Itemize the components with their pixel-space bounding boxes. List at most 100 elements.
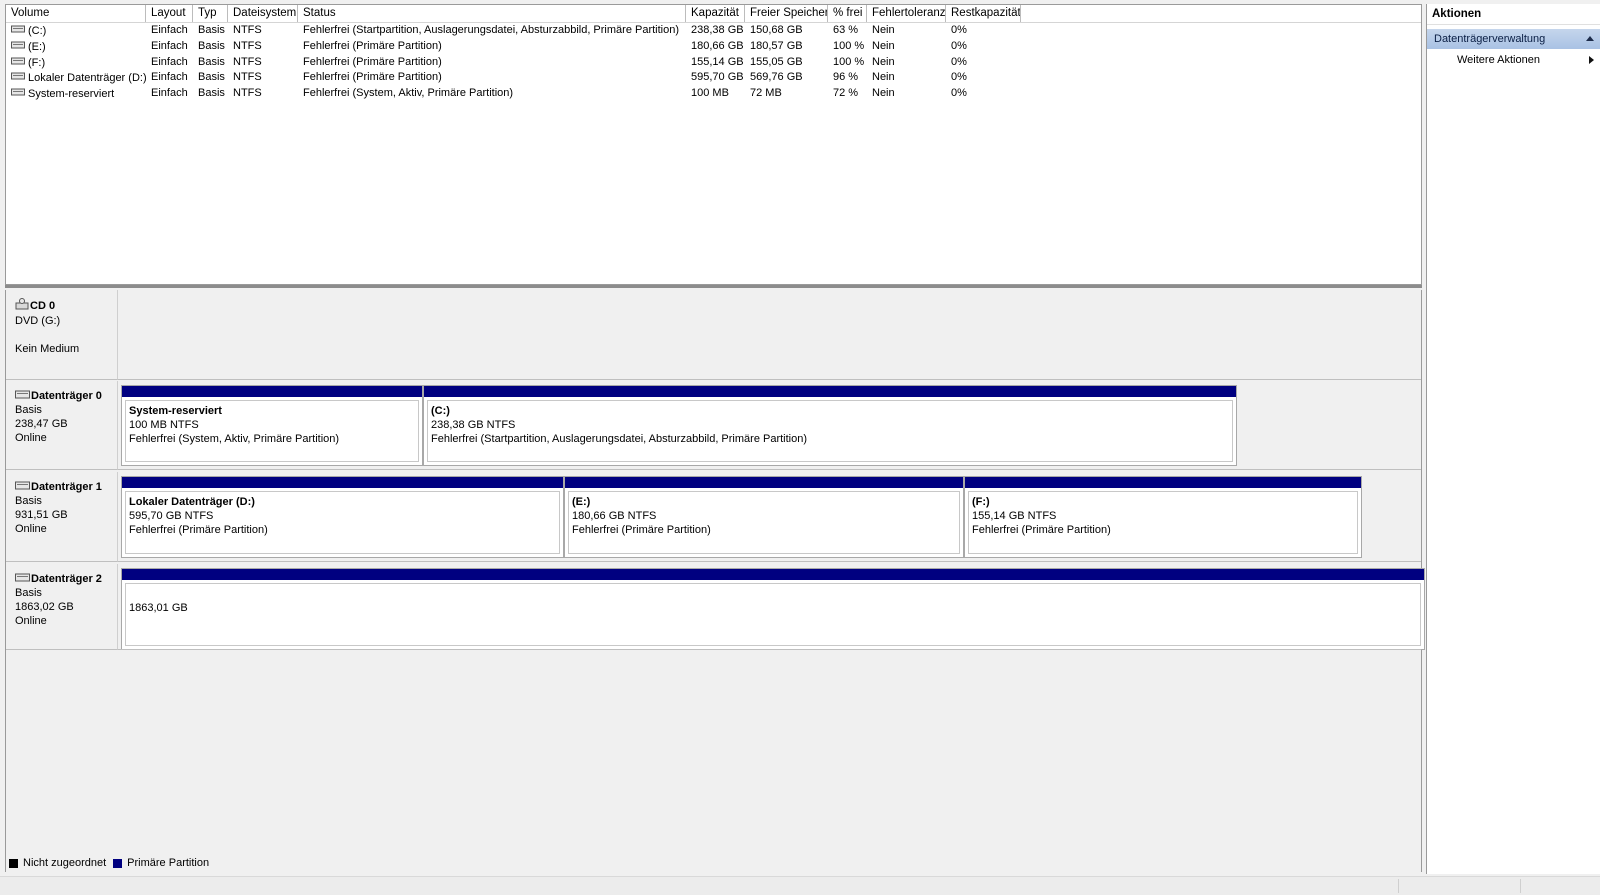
submenu-arrow-icon <box>1589 56 1594 64</box>
cell-fehlertoleranz: Nein <box>872 71 895 84</box>
partition-e[interactable]: (E:) 180,66 GB NTFS Fehlerfrei (Primäre … <box>564 476 964 558</box>
legend: Nicht zugeordnet Primäre Partition <box>9 856 216 870</box>
collapse-arrow-icon[interactable] <box>1586 36 1594 41</box>
column-header-dateisystem[interactable]: Dateisystem <box>228 5 298 22</box>
legend-label: Primäre Partition <box>127 857 210 869</box>
disk-row-datentraeger-0: Datenträger 0 Basis 238,47 GB Online Sys… <box>6 381 1421 470</box>
partition-title: Lokaler Datenträger (D:) <box>129 496 255 508</box>
cell-volume-name: Lokaler Datenträger (D:) <box>6 70 146 86</box>
cell-prozent-frei: 96 % <box>833 71 859 84</box>
legend-label: Nicht zugeordnet <box>23 857 107 869</box>
cell-dateisystem: NTFS <box>233 39 262 52</box>
volume-label: (F:) <box>28 56 46 69</box>
primary-partition-bar <box>424 386 1236 397</box>
partition-c[interactable]: (C:) 238,38 GB NTFS Fehlerfrei (Startpar… <box>423 385 1237 466</box>
partition-f[interactable]: (F:) 155,14 GB NTFS Fehlerfrei (Primäre … <box>964 476 1362 558</box>
partition-disk2[interactable]: 1863,01 GB <box>121 568 1425 650</box>
status-bar <box>0 876 1600 895</box>
cell-kapazitaet: 595,70 GB <box>691 71 744 84</box>
volume-drive-icon <box>11 86 25 102</box>
cell-typ: Basis <box>198 87 225 100</box>
disk-media-status: Kein Medium <box>15 343 80 355</box>
volume-list[interactable]: Volume Layout Typ Dateisystem Status Kap… <box>5 4 1422 285</box>
disk-state: Online <box>15 615 47 628</box>
cell-prozent-frei: 63 % <box>833 24 859 36</box>
table-row[interactable]: (F:) Einfach Basis NTFS Fehlerfrei (Primäre … <box>6 55 1421 71</box>
primary-partition-bar <box>122 569 1424 580</box>
column-header-restkapazitaet[interactable]: Restkapazität <box>946 5 1021 22</box>
disk-type: Basis <box>15 587 42 600</box>
disk-row-datentraeger-2: Datenträger 2 Basis 1863,02 GB Online 18… <box>6 564 1425 650</box>
table-row[interactable]: Lokaler Datenträger (D:) Einfach Basis NTFS… <box>6 70 1421 86</box>
volume-drive-icon <box>11 23 25 39</box>
partition-system-reserviert[interactable]: System-reserviert 100 MB NTFS Fehlerfrei… <box>121 385 423 466</box>
cell-typ: Basis <box>198 71 225 84</box>
primary-partition-bar <box>965 477 1361 488</box>
disk-label[interactable]: Datenträger 2 Basis 1863,02 GB Online <box>6 564 118 650</box>
column-header-freier-speicher[interactable]: Freier Speicher <box>745 5 828 22</box>
cell-volume-name: (E:) <box>6 39 146 55</box>
volume-drive-icon <box>11 55 25 71</box>
panel-splitter[interactable] <box>5 285 1422 288</box>
partition-size: 238,38 GB NTFS <box>431 419 516 431</box>
column-header-volume[interactable]: Volume <box>6 5 146 22</box>
disk-size: 931,51 GB <box>15 509 68 522</box>
cell-restkapazitaet: 0% <box>951 55 967 68</box>
disk-type: Basis <box>15 495 42 508</box>
cell-fehlertoleranz: Nein <box>872 39 895 52</box>
status-separator <box>1520 879 1521 893</box>
column-header-prozent-frei[interactable]: % frei <box>828 5 867 22</box>
table-row[interactable]: (E:) Einfach Basis NTFS Fehlerfrei (Primäre … <box>6 39 1421 55</box>
partition-title: (C:) <box>431 405 450 417</box>
disk-row-datentraeger-1: Datenträger 1 Basis 931,51 GB Online Lok… <box>6 472 1421 562</box>
cell-status: Fehlerfrei (Startpartition, Auslagerungs… <box>303 24 680 36</box>
partition-d[interactable]: Lokaler Datenträger (D:) 595,70 GB NTFS … <box>121 476 564 558</box>
column-header-fehlertoleranz[interactable]: Fehlertoleranz <box>867 5 946 22</box>
hard-disk-icon <box>15 572 30 586</box>
hard-disk-icon <box>15 480 30 494</box>
disk-label[interactable]: Datenträger 0 Basis 238,47 GB Online <box>6 381 118 470</box>
cell-status: Fehlerfrei (Primäre Partition) <box>303 39 442 52</box>
volume-list-header: Volume Layout Typ Dateisystem Status Kap… <box>6 5 1421 23</box>
disk-name: Datenträger 2 <box>31 573 102 585</box>
partition-status: Fehlerfrei (Primäre Partition) <box>972 524 1111 536</box>
disk-state: Online <box>15 432 47 445</box>
legend-swatch-black <box>9 858 18 868</box>
volume-label: (C:) <box>28 24 47 37</box>
table-row[interactable]: (C:) Einfach Basis NTFS Fehlerfrei (Startpar… <box>6 23 1421 39</box>
disk-label[interactable]: Datenträger 1 Basis 931,51 GB Online <box>6 472 118 562</box>
cell-status: Fehlerfrei (System, Aktiv, Primäre Parti… <box>303 87 514 100</box>
disk-row-cd-0: CD 0 DVD (G:) Kein Medium <box>6 290 1421 380</box>
column-header-kapazitaet[interactable]: Kapazität <box>686 5 745 22</box>
partition-status: 1863,01 GB <box>129 602 188 614</box>
column-header-typ[interactable]: Typ <box>193 5 228 22</box>
row-divider <box>118 469 1421 470</box>
partition-size: 100 MB NTFS <box>129 419 199 431</box>
primary-partition-bar <box>122 477 563 488</box>
cd-drive-icon <box>15 298 29 314</box>
primary-partition-bar <box>565 477 963 488</box>
volume-drive-icon <box>11 39 25 55</box>
status-separator <box>1398 879 1399 893</box>
cell-kapazitaet: 238,38 GB <box>691 24 744 36</box>
cell-dateisystem: NTFS <box>233 24 262 36</box>
actions-group-label: Datenträgerverwaltung <box>1434 33 1546 45</box>
actions-group-datentraegerverwaltung[interactable]: Datenträgerverwaltung <box>1427 29 1600 49</box>
cell-freier-speicher: 150,68 GB <box>750 24 803 36</box>
column-header-status[interactable]: Status <box>298 5 686 22</box>
action-weitere-aktionen[interactable]: Weitere Aktionen <box>1427 49 1600 71</box>
cell-prozent-frei: 72 % <box>833 87 859 100</box>
cell-restkapazitaet: 0% <box>951 87 967 100</box>
cell-volume-name: (C:) <box>6 23 146 39</box>
column-header-layout[interactable]: Layout <box>146 5 193 22</box>
disk-label[interactable]: CD 0 DVD (G:) Kein Medium <box>6 290 118 380</box>
partition-status: Fehlerfrei (System, Aktiv, Primäre Parti… <box>129 433 340 445</box>
table-row[interactable]: System-reserviert Einfach Basis NTFS Fehlerf… <box>6 86 1421 102</box>
partition-title: System-reserviert <box>129 405 222 417</box>
actions-pane: Aktionen Datenträgerverwaltung Weitere A… <box>1426 4 1600 874</box>
disk-name: Datenträger 0 <box>31 390 102 402</box>
cell-fehlertoleranz: Nein <box>872 24 895 36</box>
cell-freier-speicher: 180,57 GB <box>750 39 803 52</box>
actions-title: Aktionen <box>1427 4 1600 25</box>
cell-kapazitaet: 155,14 GB <box>691 55 744 68</box>
